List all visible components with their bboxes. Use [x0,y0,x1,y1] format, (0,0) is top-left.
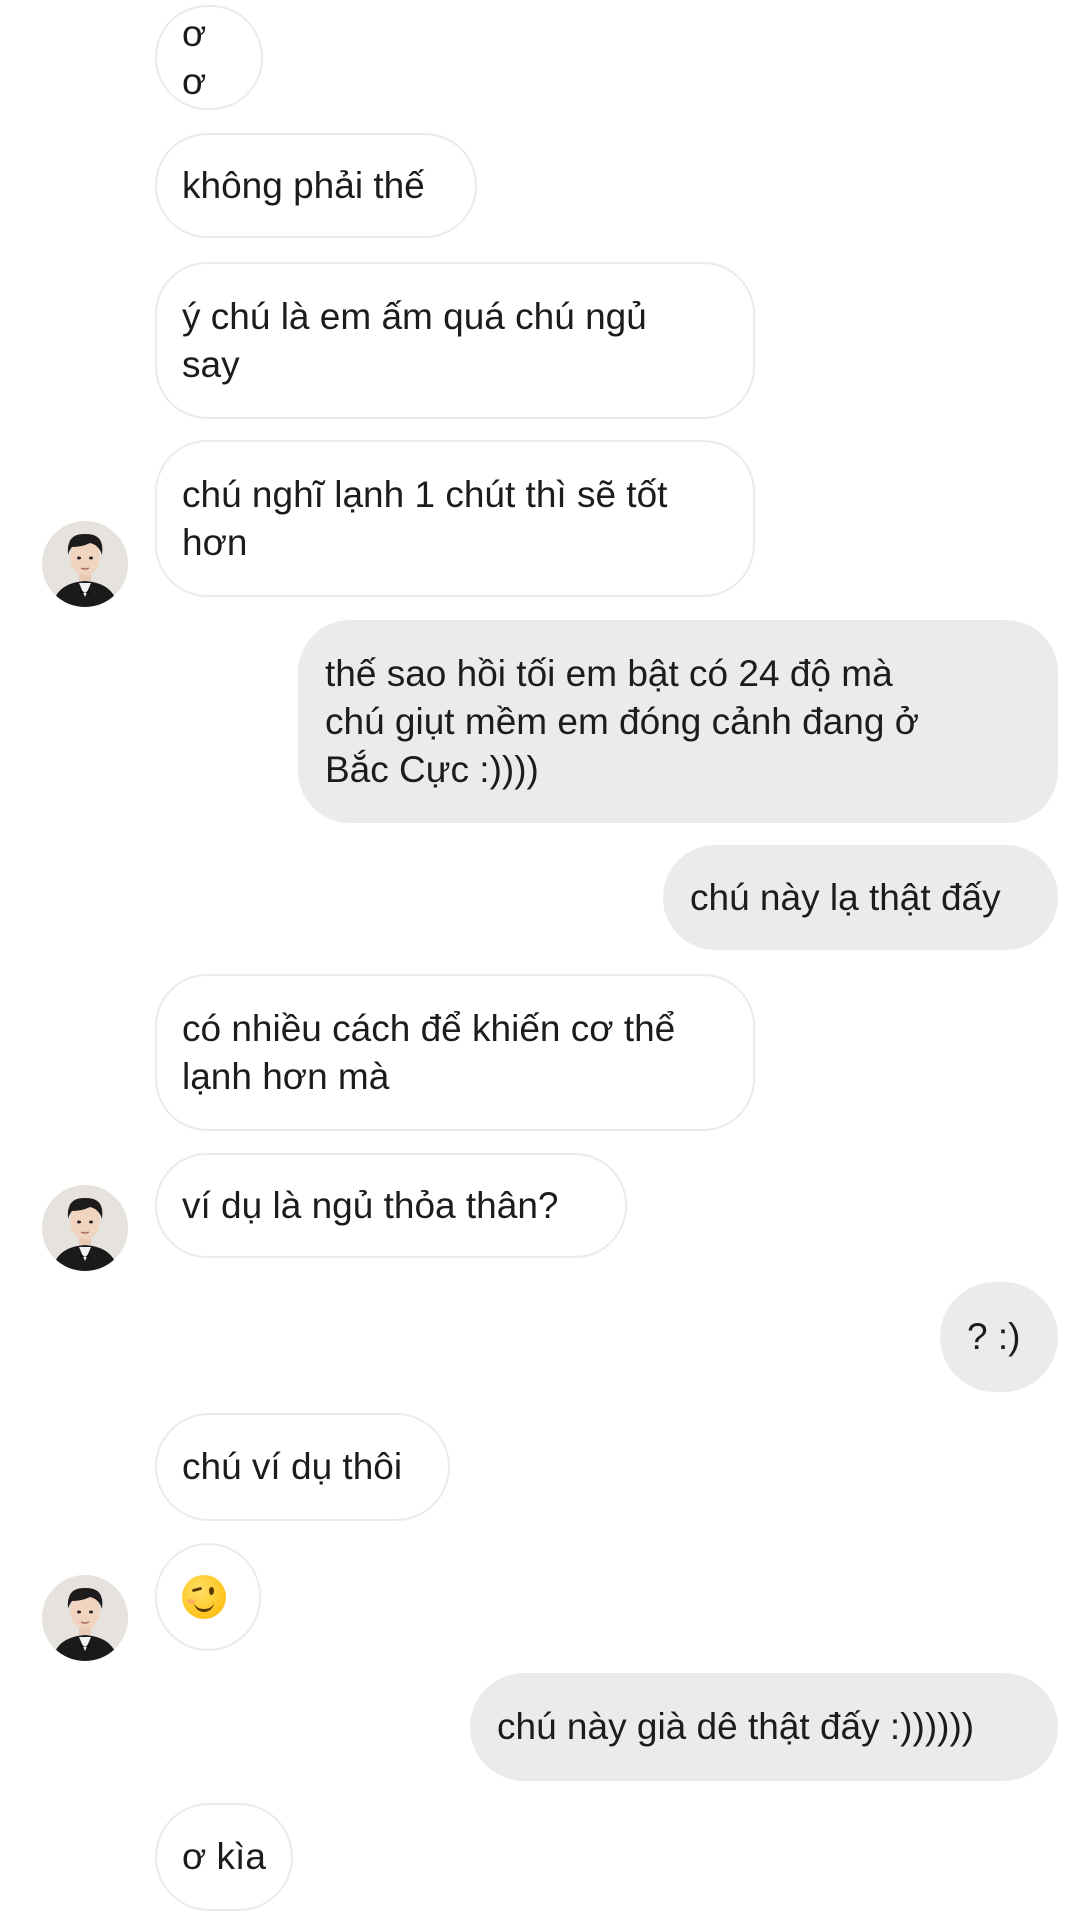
message-bubble-incoming[interactable] [155,1543,261,1651]
message-bubble-incoming[interactable]: chú nghĩ lạnh 1 chút thì sẽ tốt hơn [155,440,755,597]
contact-avatar[interactable] [42,521,128,607]
message-text: ơ kìa [182,1836,266,1877]
message-bubble-incoming[interactable]: ý chú là em ấm quá chú ngủ say [155,262,755,419]
chat-thread: ơ ơ không phải thế ý chú là em ấm quá ch… [0,0,1080,1920]
message-bubble-outgoing[interactable]: ? :) [940,1282,1058,1392]
message-bubble-outgoing[interactable]: thế sao hồi tối em bật có 24 độ mà chú g… [298,620,1058,823]
message-text: chú ví dụ thôi [182,1446,403,1487]
message-bubble-incoming[interactable]: không phải thế [155,133,477,238]
message-text: ơ ơ [182,12,207,102]
message-bubble-incoming[interactable]: ví dụ là ngủ thỏa thân? [155,1153,627,1258]
avatar-image [42,1185,128,1271]
message-text: không phải thế [182,164,425,206]
message-bubble-incoming[interactable]: chú ví dụ thôi [155,1413,450,1521]
contact-avatar[interactable] [42,1185,128,1271]
message-bubble-incoming[interactable]: ơ ơ [155,5,263,110]
avatar-image [42,1575,128,1661]
message-text: thế sao hồi tối em bật có 24 độ mà chú g… [325,652,920,790]
message-bubble-incoming[interactable]: ơ kìa [155,1803,293,1911]
message-bubble-incoming[interactable]: có nhiều cách để khiến cơ thể lạnh hơn m… [155,974,755,1131]
message-text: chú này lạ thật đấy [690,876,1001,918]
message-text: có nhiều cách để khiến cơ thể lạnh hơn m… [182,1007,676,1097]
contact-avatar[interactable] [42,1575,128,1661]
winking-face-emoji [182,1575,226,1619]
message-bubble-outgoing[interactable]: chú này lạ thật đấy [663,845,1058,950]
message-text: chú này già dê thật đấy :)))))) [497,1706,975,1747]
message-text: chú nghĩ lạnh 1 chút thì sẽ tốt hơn [182,473,668,563]
message-bubble-outgoing[interactable]: chú này già dê thật đấy :)))))) [470,1673,1058,1781]
message-text: ? :) [967,1316,1021,1357]
message-text: ý chú là em ấm quá chú ngủ say [182,295,647,385]
message-text: ví dụ là ngủ thỏa thân? [182,1184,559,1226]
avatar-image [42,521,128,607]
